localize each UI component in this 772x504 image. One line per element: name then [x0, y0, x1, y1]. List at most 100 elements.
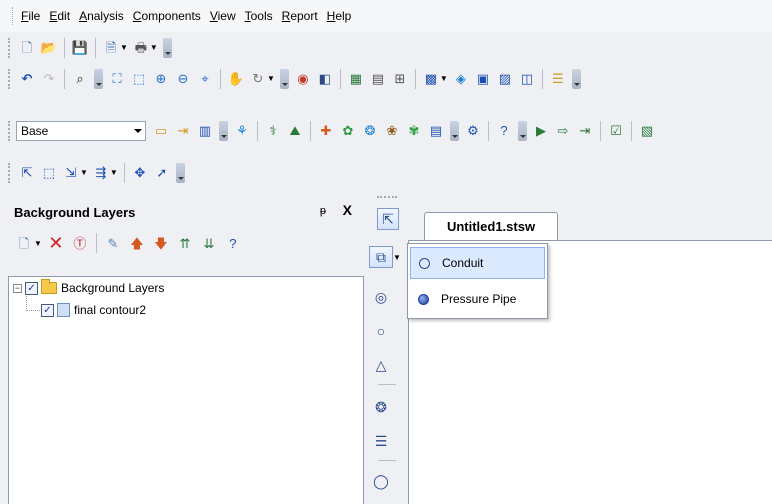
select-icon[interactable]: ⇱ [18, 164, 36, 182]
pointer-icon[interactable]: ➚ [153, 164, 171, 182]
catchment-node-icon[interactable]: ❂ [370, 396, 392, 418]
chart-icon[interactable]: ▣ [474, 70, 492, 88]
layout-icon[interactable]: ▥ [196, 122, 214, 140]
chevron-down-icon[interactable]: ▼ [120, 43, 128, 52]
toolbar-overflow-button[interactable] [518, 120, 527, 141]
new-layer-icon[interactable]: 🗋 [15, 234, 33, 252]
junction-node-icon[interactable]: ○ [370, 320, 392, 342]
help-icon[interactable]: ? [224, 234, 242, 252]
storage-icon[interactable]: ▤ [427, 122, 445, 140]
zoom-out-icon[interactable]: ⊖ [174, 70, 192, 88]
menu-help[interactable]: Help [327, 9, 352, 23]
menu-item-conduit[interactable]: Conduit [410, 247, 545, 279]
palette-grip[interactable] [377, 196, 397, 198]
table-icon[interactable]: ▦ [347, 70, 365, 88]
outfall-icon[interactable]: ❀ [383, 122, 401, 140]
zoom-previous-icon[interactable]: ⌖ [196, 70, 214, 88]
layers-icon[interactable]: ◧ [316, 70, 334, 88]
help-icon[interactable]: ? [495, 122, 513, 140]
query-icon[interactable]: ⊞ [391, 70, 409, 88]
pan-icon[interactable]: ✋ [227, 70, 245, 88]
junction-icon[interactable]: ✚ [317, 122, 335, 140]
menu-tools[interactable]: Tools [245, 9, 273, 23]
expand-all-icon[interactable]: ⇈ [176, 234, 194, 252]
collapse-icon[interactable]: − [13, 283, 22, 293]
menu-analysis[interactable]: Analysis [79, 9, 124, 23]
outlet-icon[interactable]: △ [370, 354, 392, 376]
chevron-down-icon[interactable]: ▼ [267, 74, 275, 83]
storage-node-icon[interactable]: ☰ [370, 430, 392, 452]
find-icon[interactable]: ⌕ [71, 70, 89, 88]
pond-icon[interactable]: ❂ [361, 122, 379, 140]
window-icon[interactable]: ◫ [518, 70, 536, 88]
select-window-icon[interactable]: ⬚ [40, 164, 58, 182]
toolbar-overflow-button[interactable] [571, 68, 581, 89]
import-icon[interactable]: ⇥ [174, 122, 192, 140]
menu-grip[interactable] [12, 7, 15, 25]
select-pointer-icon[interactable]: ⇱ [377, 208, 399, 230]
move-element-icon[interactable]: ✥ [131, 164, 149, 182]
undo-icon[interactable]: ↶ [18, 70, 36, 88]
save-icon[interactable]: 💾 [71, 39, 89, 57]
zoom-window-icon[interactable]: ⬚ [130, 70, 148, 88]
chevron-down-icon[interactable]: ▼ [110, 168, 118, 177]
zoom-in-icon[interactable]: ⊕ [152, 70, 170, 88]
rename-icon[interactable]: Ⓣ [71, 234, 89, 252]
toolbar-grip[interactable] [8, 37, 12, 58]
menu-report[interactable]: Report [282, 9, 318, 23]
toolbar-overflow-button[interactable] [450, 120, 459, 141]
link-tool-icon[interactable]: ⧉ [369, 246, 393, 268]
collapse-all-icon[interactable]: ⇊ [200, 234, 218, 252]
menu-file[interactable]: File [21, 9, 40, 23]
toolbar-overflow-button[interactable] [175, 162, 185, 183]
menu-components[interactable]: Components [133, 9, 201, 23]
toolbar-overflow-button[interactable] [162, 37, 172, 58]
chevron-down-icon[interactable]: ▼ [440, 74, 448, 83]
grid-icon[interactable]: ▩ [422, 70, 440, 88]
validate-icon[interactable]: ☑ [607, 122, 625, 140]
tab-untitled1[interactable]: Untitled1.stsw [424, 212, 558, 240]
redo-icon[interactable]: ↷ [40, 70, 58, 88]
toolbar-grip[interactable] [8, 68, 12, 89]
pond-node-icon[interactable]: ◯ [370, 470, 392, 492]
exit-icon[interactable]: ⇥ [576, 122, 594, 140]
properties-icon[interactable]: ☰ [549, 70, 567, 88]
print-icon[interactable]: 🖶 [132, 39, 150, 57]
manhole-icon[interactable]: ◎ [370, 286, 392, 308]
inlet-icon[interactable]: ✾ [405, 122, 423, 140]
open-file-icon[interactable]: 📂 [40, 39, 58, 57]
chevron-down-icon[interactable]: ▼ [34, 239, 42, 248]
menu-edit[interactable]: Edit [49, 9, 70, 23]
menu-item-pressure-pipe[interactable]: Pressure Pipe [410, 283, 545, 315]
select-table-icon[interactable]: ▤ [369, 70, 387, 88]
root-visibility-checkbox[interactable]: ✓ [25, 281, 38, 295]
refresh-icon[interactable]: ↻ [249, 70, 267, 88]
chevron-down-icon[interactable] [134, 128, 142, 133]
edit-properties-icon[interactable]: ✎ [104, 234, 122, 252]
delete-icon[interactable]: ✕ [47, 234, 65, 252]
tree-node-label[interactable]: final contour2 [74, 303, 146, 317]
toolbar-grip[interactable] [8, 120, 12, 141]
open-folder-icon[interactable]: ▭ [152, 122, 170, 140]
select-polygon-icon[interactable]: ⇲ [62, 164, 80, 182]
watershed-icon[interactable]: ⚕ [264, 122, 282, 140]
map-icon[interactable]: ◉ [294, 70, 312, 88]
toolbar-overflow-button[interactable] [219, 120, 228, 141]
move-down-icon[interactable]: 🡇 [152, 234, 170, 252]
run-icon[interactable]: ▶ [532, 122, 550, 140]
new-file-icon[interactable]: 🗋 [18, 39, 36, 57]
layer-visibility-checkbox[interactable]: ✓ [41, 303, 54, 317]
results-icon[interactable]: ▧ [638, 122, 656, 140]
toolbar-overflow-button[interactable] [279, 68, 289, 89]
toolbar-overflow-button[interactable] [94, 68, 103, 89]
network-tool-icon[interactable]: ⚘ [233, 122, 251, 140]
export-icon[interactable]: ⇨ [554, 122, 572, 140]
subbasin-icon[interactable]: ⛰ [286, 122, 304, 140]
profile-icon[interactable]: ◈ [452, 70, 470, 88]
select-line-icon[interactable]: ⇶ [92, 164, 110, 182]
print-preview-icon[interactable]: 🗎 [102, 39, 120, 57]
chevron-down-icon[interactable]: ▼ [393, 253, 401, 262]
tree-node-root[interactable]: − ✓ Background Layers [13, 279, 164, 297]
tree-node-layer[interactable]: ✓ final contour2 [41, 301, 146, 319]
pin-icon[interactable]: ᵽ [320, 205, 326, 217]
